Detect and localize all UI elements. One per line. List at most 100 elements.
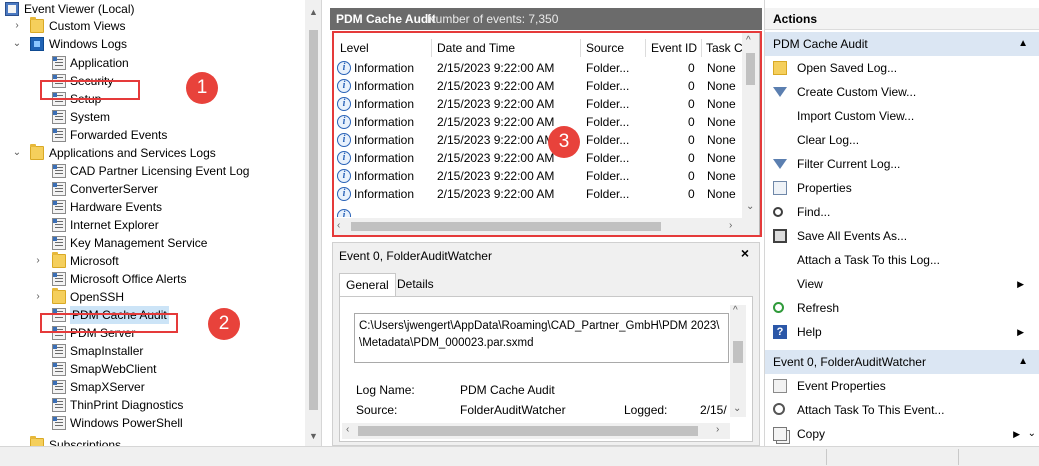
scroll-down-icon[interactable]: ⌄ [733,403,741,414]
tree-label: ThinPrint Diagnostics [70,398,184,412]
callout-1: 1 [186,72,218,104]
log-header: PDM Cache Audit Number of events: 7,350 [330,8,762,30]
tree-label: Key Management Service [70,236,208,250]
log-icon [52,56,66,70]
scroll-thumb[interactable] [309,30,318,410]
actions-section-log[interactable]: PDM Cache Audit ▲ [765,32,1039,56]
tree-label: ConverterServer [70,182,159,196]
scroll-thumb[interactable] [358,426,698,436]
action-properties[interactable]: Properties [765,176,1039,200]
tree-item-system[interactable]: System [0,108,300,126]
detail-vertical-scrollbar[interactable]: ^ ⌄ [730,305,746,417]
chevron-down-icon[interactable]: ⌄ [12,35,22,53]
tab-general[interactable]: General [339,273,396,297]
action-attach-task-log[interactable]: Attach a Task To this Log... [765,248,1039,272]
action-copy[interactable]: Copy ▶ ⌄ [765,422,1039,446]
action-view[interactable]: View ▶ [765,272,1039,296]
tree-label: Forwarded Events [70,128,168,142]
action-label: Attach a Task To this Log... [797,253,940,267]
tree-item-internet-explorer[interactable]: Internet Explorer [0,216,300,234]
action-filter-current-log[interactable]: Filter Current Log... [765,152,1039,176]
tree-label: Custom Views [49,19,126,33]
tree-scrollbar[interactable]: ▲ ▼ [305,0,321,446]
tree-item-smapxserver[interactable]: SmapXServer [0,378,300,396]
tree-custom-views[interactable]: › Custom Views [0,17,300,35]
refresh-icon [773,302,784,313]
source-label: Source: [356,403,398,417]
highlight-events-list [332,31,762,237]
tree-item-hardware-events[interactable]: Hardware Events [0,198,300,216]
submenu-arrow-icon: ▶ [1017,279,1024,289]
tab-details[interactable]: Details [391,273,440,295]
action-open-saved-log[interactable]: Open Saved Log... [765,56,1039,80]
scroll-thumb[interactable] [733,341,743,363]
detail-body: C:\Users\jwengert\AppData\Roaming\CAD_Pa… [339,296,753,442]
log-title: PDM Cache Audit [336,12,436,26]
status-divider [826,449,827,465]
scroll-right-icon[interactable]: › [716,424,719,435]
tree-root[interactable]: Event Viewer (Local) [0,0,300,18]
tree-item-smapinstaller[interactable]: SmapInstaller [0,342,300,360]
scroll-up-icon[interactable]: ▲ [305,4,321,20]
tree-label: Microsoft Office Alerts [70,272,187,286]
chevron-right-icon[interactable]: › [33,288,43,306]
folder-icon [52,288,66,304]
scroll-left-icon[interactable]: ‹ [346,424,349,435]
tree-item-subscriptions[interactable]: Subscriptions [0,436,300,446]
action-save-all-events[interactable]: Save All Events As... [765,224,1039,248]
log-icon [52,380,66,394]
folder-icon [30,17,44,33]
collapse-icon[interactable]: ▲ [1018,32,1028,56]
event-properties-icon [773,379,787,393]
action-clear-log[interactable]: Clear Log... [765,128,1039,152]
log-icon [52,416,66,430]
action-event-properties[interactable]: Event Properties [765,374,1039,398]
tree-item-application[interactable]: Application [0,54,300,72]
tree-item-thinprint-diagnostics[interactable]: ThinPrint Diagnostics [0,396,300,414]
collapse-icon[interactable]: ▲ [1018,350,1028,374]
action-label: Event Properties [797,379,886,393]
tree-item-smapwebclient[interactable]: SmapWebClient [0,360,300,378]
tree-item-microsoft-office-alerts[interactable]: Microsoft Office Alerts [0,270,300,288]
tree-item-microsoft[interactable]: › Microsoft [0,252,300,270]
tree-windows-logs[interactable]: ⌄ Windows Logs [0,35,300,53]
highlight-security [40,80,140,100]
action-label: Help [797,325,822,339]
action-find[interactable]: Find... [765,200,1039,224]
scroll-down-icon[interactable]: ⌄ [1028,422,1036,446]
event-description[interactable]: C:\Users\jwengert\AppData\Roaming\CAD_Pa… [354,313,729,363]
log-icon [52,200,66,214]
tree-apps-services[interactable]: ⌄ Applications and Services Logs [0,144,300,162]
chevron-down-icon[interactable]: ⌄ [12,144,22,162]
tree-item-cad-partner-licensing[interactable]: CAD Partner Licensing Event Log [0,162,300,180]
chevron-right-icon[interactable]: › [33,252,43,270]
detail-horizontal-scrollbar[interactable]: ‹ › [342,423,730,439]
tree-item-windows-powershell[interactable]: Windows PowerShell [0,414,300,432]
chevron-right-icon[interactable]: › [12,17,22,35]
action-refresh[interactable]: Refresh [765,296,1039,320]
actions-section-event[interactable]: Event 0, FolderAuditWatcher ▲ [765,350,1039,374]
scroll-up-icon[interactable]: ^ [733,305,738,316]
copy-icon [773,427,787,441]
action-attach-task-event[interactable]: Attach Task To This Event... [765,398,1039,422]
close-icon[interactable]: × [741,245,749,261]
scroll-down-icon[interactable]: ▼ [305,428,321,444]
log-icon [52,110,66,124]
tree-item-converterserver[interactable]: ConverterServer [0,180,300,198]
log-icon [52,164,66,178]
tree-label: SmapInstaller [70,344,144,358]
actions-pane: Actions PDM Cache Audit ▲ Open Saved Log… [764,0,1039,446]
action-import-custom-view[interactable]: Import Custom View... [765,104,1039,128]
action-label: Import Custom View... [797,109,915,123]
tree-label: Hardware Events [70,200,163,214]
properties-icon [773,181,787,195]
tree-item-key-management-service[interactable]: Key Management Service [0,234,300,252]
action-label: View [797,277,823,291]
tree-item-openssh[interactable]: › OpenSSH [0,288,300,306]
log-icon [52,362,66,376]
action-label: Properties [797,181,852,195]
tree-item-forwarded-events[interactable]: Forwarded Events [0,126,300,144]
action-help[interactable]: ? Help ▶ [765,320,1039,344]
tree-label: CAD Partner Licensing Event Log [70,164,250,178]
action-create-custom-view[interactable]: Create Custom View... [765,80,1039,104]
